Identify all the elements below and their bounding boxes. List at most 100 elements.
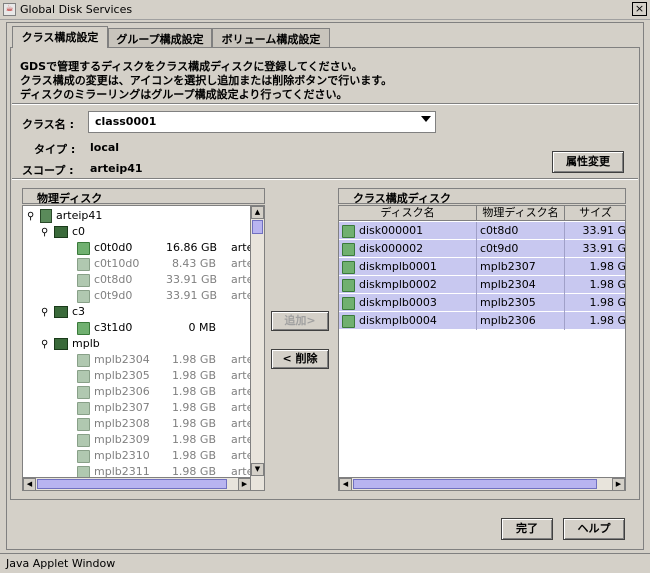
disk-name-cell: diskmplb0003 xyxy=(339,294,477,312)
tab-group-config[interactable]: グループ構成設定 xyxy=(108,28,212,47)
tree-item-label: mplb2309 xyxy=(94,433,150,446)
physical-disk-header: 物理ディスク xyxy=(22,188,265,205)
disk-icon xyxy=(77,353,90,367)
disk-name-cell: diskmplb0002 xyxy=(339,276,477,294)
size-cell: 33.91 G xyxy=(565,222,625,240)
disk-icon xyxy=(342,278,355,292)
physical-disk-cell: c0t8d0 xyxy=(477,222,565,240)
cell-text: c0t8d0 xyxy=(480,224,519,237)
remove-button[interactable]: < 削除 xyxy=(271,349,329,369)
tree-group-item[interactable]: ⚲ c3 xyxy=(41,304,85,320)
column-header-disk-name[interactable]: ディスク名 xyxy=(339,206,477,221)
class-name-select[interactable]: class0001 xyxy=(88,111,436,133)
disk-icon xyxy=(342,260,355,274)
disk-name-cell: disk000002 xyxy=(339,240,477,258)
tree-disk-item[interactable]: mplb23071.98 GBarteip41 xyxy=(73,400,264,416)
disk-icon xyxy=(77,369,90,383)
physical-disk-tree[interactable]: ⚲arteip41⚲c0c0t0d016.86 GBarteip41c0t10d… xyxy=(22,205,265,491)
disk-icon xyxy=(77,433,90,447)
size-cell: 1.98 G xyxy=(565,294,625,312)
tree-disk-item[interactable]: c0t8d033.91 GBarteip41 xyxy=(73,272,264,288)
tree-disk-item[interactable]: c0t10d08.43 GBarteip41 xyxy=(73,256,264,272)
tree-disk-item[interactable]: c0t0d016.86 GBarteip41 xyxy=(73,240,264,256)
size-cell: 1.98 G xyxy=(565,258,626,276)
instruction-line-3: ディスクのミラーリングはグループ構成設定より行ってください。 xyxy=(20,88,348,101)
tree-item-size: 1.98 GB xyxy=(171,417,216,430)
disk-icon xyxy=(77,449,90,463)
tree-item-size: 1.98 GB xyxy=(171,433,216,446)
disk-name-cell: disk000001 xyxy=(339,222,477,240)
tree-item-label: c0t8d0 xyxy=(94,273,133,286)
tree-item-size: 1.98 GB xyxy=(171,401,216,414)
scroll-thumb[interactable] xyxy=(353,479,597,489)
expand-key-icon[interactable]: ⚲ xyxy=(41,226,50,239)
tree-item-label: c3 xyxy=(72,305,86,318)
cell-text: diskmplb0001 xyxy=(359,260,437,273)
tree-disk-item[interactable]: mplb23051.98 GBarteip41 xyxy=(73,368,264,384)
tree-disk-item[interactable]: mplb23041.98 GBarteip41 xyxy=(73,352,264,368)
tree-disk-item[interactable]: mplb23081.98 GBarteip41 xyxy=(73,416,264,432)
tree-group-item[interactable]: ⚲ mplb xyxy=(41,336,100,352)
expand-key-icon[interactable]: ⚲ xyxy=(41,306,50,319)
table-row[interactable]: diskmplb0004 mplb2306 1.98 G xyxy=(339,312,626,330)
tab-volume-config[interactable]: ボリューム構成設定 xyxy=(212,28,330,47)
disk-icon xyxy=(342,224,355,238)
tree-item-label: mplb2306 xyxy=(94,385,150,398)
tree-group-item[interactable]: ⚲ c0 xyxy=(41,224,85,240)
done-button[interactable]: 完了 xyxy=(501,518,553,540)
size-cell: 1.98 G xyxy=(565,276,625,294)
add-button[interactable]: 追加> xyxy=(271,311,329,331)
table-horizontal-scrollbar[interactable]: ◀ ▶ xyxy=(339,477,625,490)
disk-icon xyxy=(77,257,90,271)
expand-key-icon[interactable]: ⚲ xyxy=(27,210,36,223)
table-row[interactable]: disk000002 c0t9d0 33.91 G xyxy=(339,240,625,258)
table-row[interactable]: disk000001 c0t8d0 33.91 G xyxy=(339,222,625,240)
scroll-up-icon[interactable]: ▲ xyxy=(251,206,264,219)
scroll-thumb[interactable] xyxy=(252,220,263,234)
disk-icon xyxy=(77,385,90,399)
tree-node-item[interactable]: ⚲ arteip41 xyxy=(27,208,102,224)
scroll-down-icon[interactable]: ▼ xyxy=(251,463,264,476)
column-header-size[interactable]: サイズ xyxy=(565,206,625,221)
tree-disk-item[interactable]: mplb23091.98 GBarteip41 xyxy=(73,432,264,448)
physical-disk-cell: mplb2306 xyxy=(477,312,565,330)
table-row[interactable]: diskmplb0003 mplb2305 1.98 G xyxy=(339,294,625,312)
column-header-physical-disk[interactable]: 物理ディスク名 xyxy=(477,206,565,221)
tree-item-label: c0t10d0 xyxy=(94,257,140,270)
cell-text: mplb2304 xyxy=(480,278,536,291)
node-icon xyxy=(40,209,52,223)
scroll-left-icon[interactable]: ◀ xyxy=(339,478,352,490)
tree-disk-item[interactable]: c0t9d033.91 GBarteip41 xyxy=(73,288,264,304)
cell-text: 1.98 G xyxy=(589,260,626,273)
scroll-thumb[interactable] xyxy=(37,479,227,489)
table-row[interactable]: diskmplb0001 mplb2307 1.98 G xyxy=(339,258,626,276)
disk-icon xyxy=(77,417,90,431)
tree-item-label: mplb2307 xyxy=(94,401,150,414)
tree-horizontal-scrollbar[interactable]: ◀ ▶ xyxy=(23,477,251,490)
cell-text: diskmplb0003 xyxy=(359,296,437,309)
tree-item-label: c0t0d0 xyxy=(94,241,133,254)
tree-disk-item[interactable]: mplb23061.98 GBarteip41 xyxy=(73,384,264,400)
scroll-right-icon[interactable]: ▶ xyxy=(612,478,625,490)
tree-vertical-scrollbar[interactable]: ▲ ▼ xyxy=(250,206,264,490)
tree-disk-item[interactable]: mplb23101.98 GBarteip41 xyxy=(73,448,264,464)
cell-text: c0t9d0 xyxy=(480,242,519,255)
close-button[interactable]: × xyxy=(632,2,647,16)
cell-text: diskmplb0004 xyxy=(359,314,437,327)
expand-key-icon[interactable]: ⚲ xyxy=(41,338,50,351)
disk-icon xyxy=(77,273,90,287)
cell-text: disk000001 xyxy=(359,224,424,237)
tree-item-size: 0 MB xyxy=(188,321,216,334)
scroll-right-icon[interactable]: ▶ xyxy=(238,478,251,490)
table-row[interactable]: diskmplb0002 mplb2304 1.98 G xyxy=(339,276,625,294)
help-button[interactable]: ヘルプ xyxy=(563,518,625,540)
class-disk-table[interactable]: ディスク名 物理ディスク名 サイズ disk000001 c0t8d0 33.91 … xyxy=(338,205,626,491)
disk-icon xyxy=(77,321,90,335)
tree-item-size: 1.98 GB xyxy=(171,369,216,382)
tree-disk-item[interactable]: c3t1d0 0 MB xyxy=(73,320,216,336)
tree-item-label: mplb2308 xyxy=(94,417,150,430)
tab-class-config[interactable]: クラス構成設定 xyxy=(12,26,108,48)
scroll-left-icon[interactable]: ◀ xyxy=(23,478,36,490)
attribute-change-button[interactable]: 属性変更 xyxy=(552,151,624,173)
cell-text: 1.98 G xyxy=(589,314,626,327)
